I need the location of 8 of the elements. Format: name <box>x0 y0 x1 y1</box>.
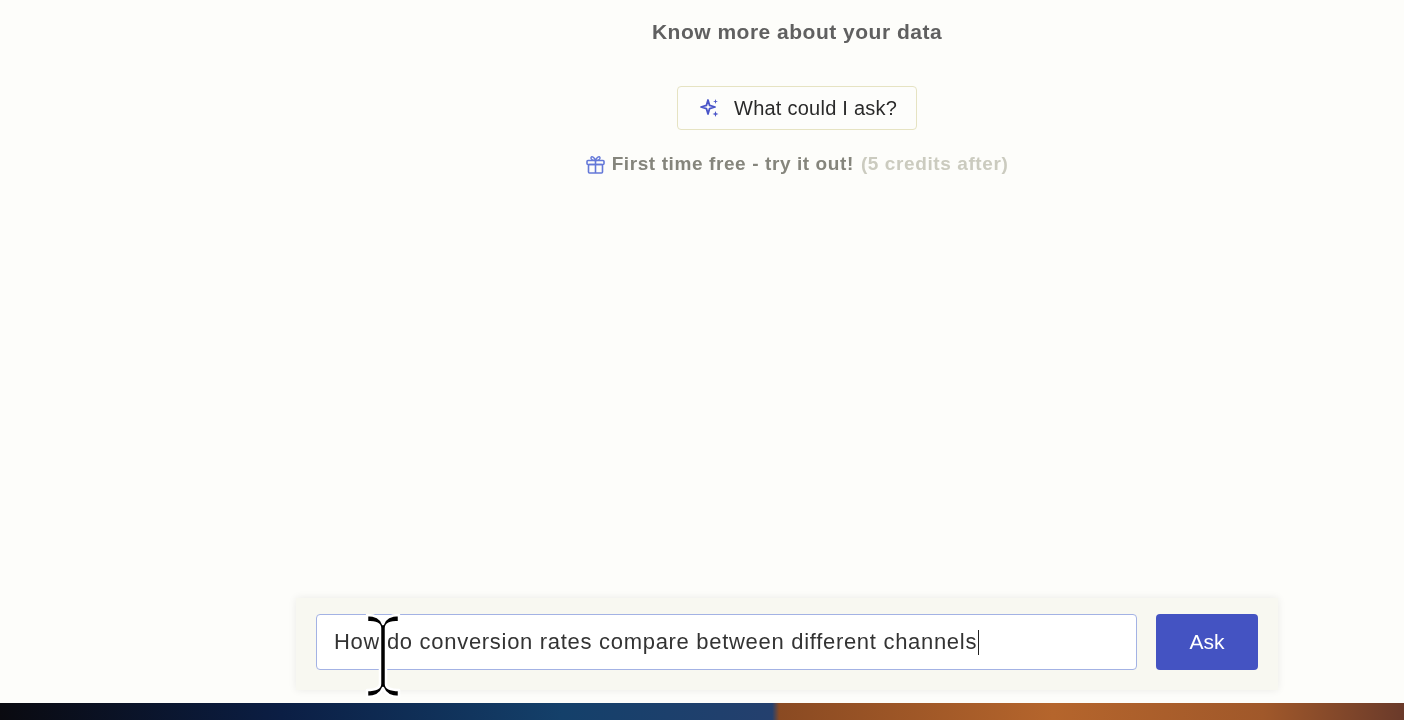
credits-note: (5 credits after) <box>860 153 1009 175</box>
gift-icon <box>585 154 605 174</box>
heading: Know more about your data <box>651 19 943 45</box>
sparkle-icon <box>700 98 720 118</box>
question-field[interactable]: How do conversion rates compare between different channels <box>316 614 1137 670</box>
ask-button[interactable]: Ask <box>1156 614 1258 670</box>
suggest-questions-button[interactable]: What could I ask? <box>677 86 917 130</box>
free-trial-text: First time free - try it out! <box>611 153 854 175</box>
